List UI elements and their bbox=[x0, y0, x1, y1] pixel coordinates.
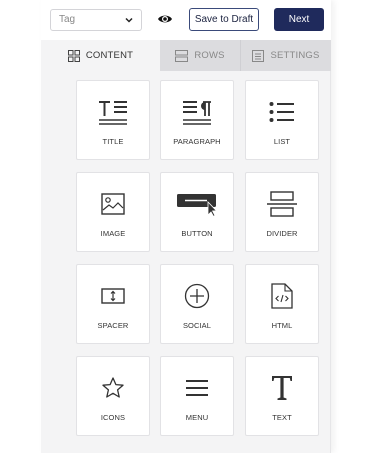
divider-icon bbox=[267, 191, 297, 217]
block-label: SPACER bbox=[97, 321, 129, 330]
block-label: SOCIAL bbox=[182, 321, 212, 330]
block-label: ICONS bbox=[100, 413, 126, 422]
title-icon bbox=[99, 101, 127, 125]
toolbar: Tag Save to Draft Next bbox=[41, 0, 331, 40]
block-list[interactable]: LIST bbox=[245, 80, 319, 160]
list-icon bbox=[269, 102, 294, 122]
eye-icon[interactable] bbox=[157, 11, 173, 27]
block-label: BUTTON bbox=[181, 229, 213, 238]
block-menu[interactable]: MENU bbox=[160, 356, 234, 436]
html-icon bbox=[271, 283, 293, 309]
block-image[interactable]: IMAGE bbox=[76, 172, 150, 252]
save-draft-button[interactable]: Save to Draft bbox=[189, 8, 259, 31]
block-html[interactable]: HTML bbox=[245, 264, 319, 344]
tab-content[interactable]: CONTENT bbox=[41, 40, 160, 71]
tab-settings[interactable]: SETTINGS bbox=[240, 40, 331, 71]
image-icon bbox=[101, 193, 125, 215]
chevron-down-icon bbox=[125, 17, 133, 23]
block-label: TITLE bbox=[102, 137, 124, 146]
block-label: IMAGE bbox=[100, 229, 126, 238]
grid-icon bbox=[67, 49, 80, 62]
block-label: PARAGRAPH bbox=[173, 137, 221, 146]
block-icons[interactable]: ICONS bbox=[76, 356, 150, 436]
block-button[interactable]: BUTTON bbox=[160, 172, 234, 252]
social-icon bbox=[184, 283, 210, 309]
tag-placeholder: Tag bbox=[59, 14, 76, 25]
block-text[interactable]: TEXT bbox=[245, 356, 319, 436]
settings-icon bbox=[252, 49, 265, 62]
block-label: HTML bbox=[271, 321, 293, 330]
spacer-icon bbox=[101, 288, 125, 304]
block-title[interactable]: TITLE bbox=[76, 80, 150, 160]
tab-label: SETTINGS bbox=[270, 50, 320, 61]
block-label: MENU bbox=[185, 413, 209, 422]
tab-bar: CONTENT ROWS SETTINGS bbox=[41, 40, 331, 71]
text-icon bbox=[272, 376, 292, 400]
tab-label: ROWS bbox=[194, 50, 225, 61]
block-label: DIVIDER bbox=[266, 229, 298, 238]
button-icon bbox=[177, 194, 218, 217]
block-paragraph[interactable]: PARAGRAPH bbox=[160, 80, 234, 160]
paragraph-icon bbox=[183, 101, 211, 125]
tag-select[interactable]: Tag bbox=[50, 9, 142, 31]
tab-rows[interactable]: ROWS bbox=[160, 40, 240, 71]
block-social[interactable]: SOCIAL bbox=[160, 264, 234, 344]
star-icon bbox=[102, 377, 124, 398]
rows-icon bbox=[175, 49, 189, 62]
next-button[interactable]: Next bbox=[274, 8, 324, 31]
menu-icon bbox=[186, 380, 208, 396]
block-divider[interactable]: DIVIDER bbox=[245, 172, 319, 252]
block-label: TEXT bbox=[272, 413, 292, 422]
block-label: LIST bbox=[273, 137, 291, 146]
tab-label: CONTENT bbox=[85, 50, 134, 61]
block-spacer[interactable]: SPACER bbox=[76, 264, 150, 344]
